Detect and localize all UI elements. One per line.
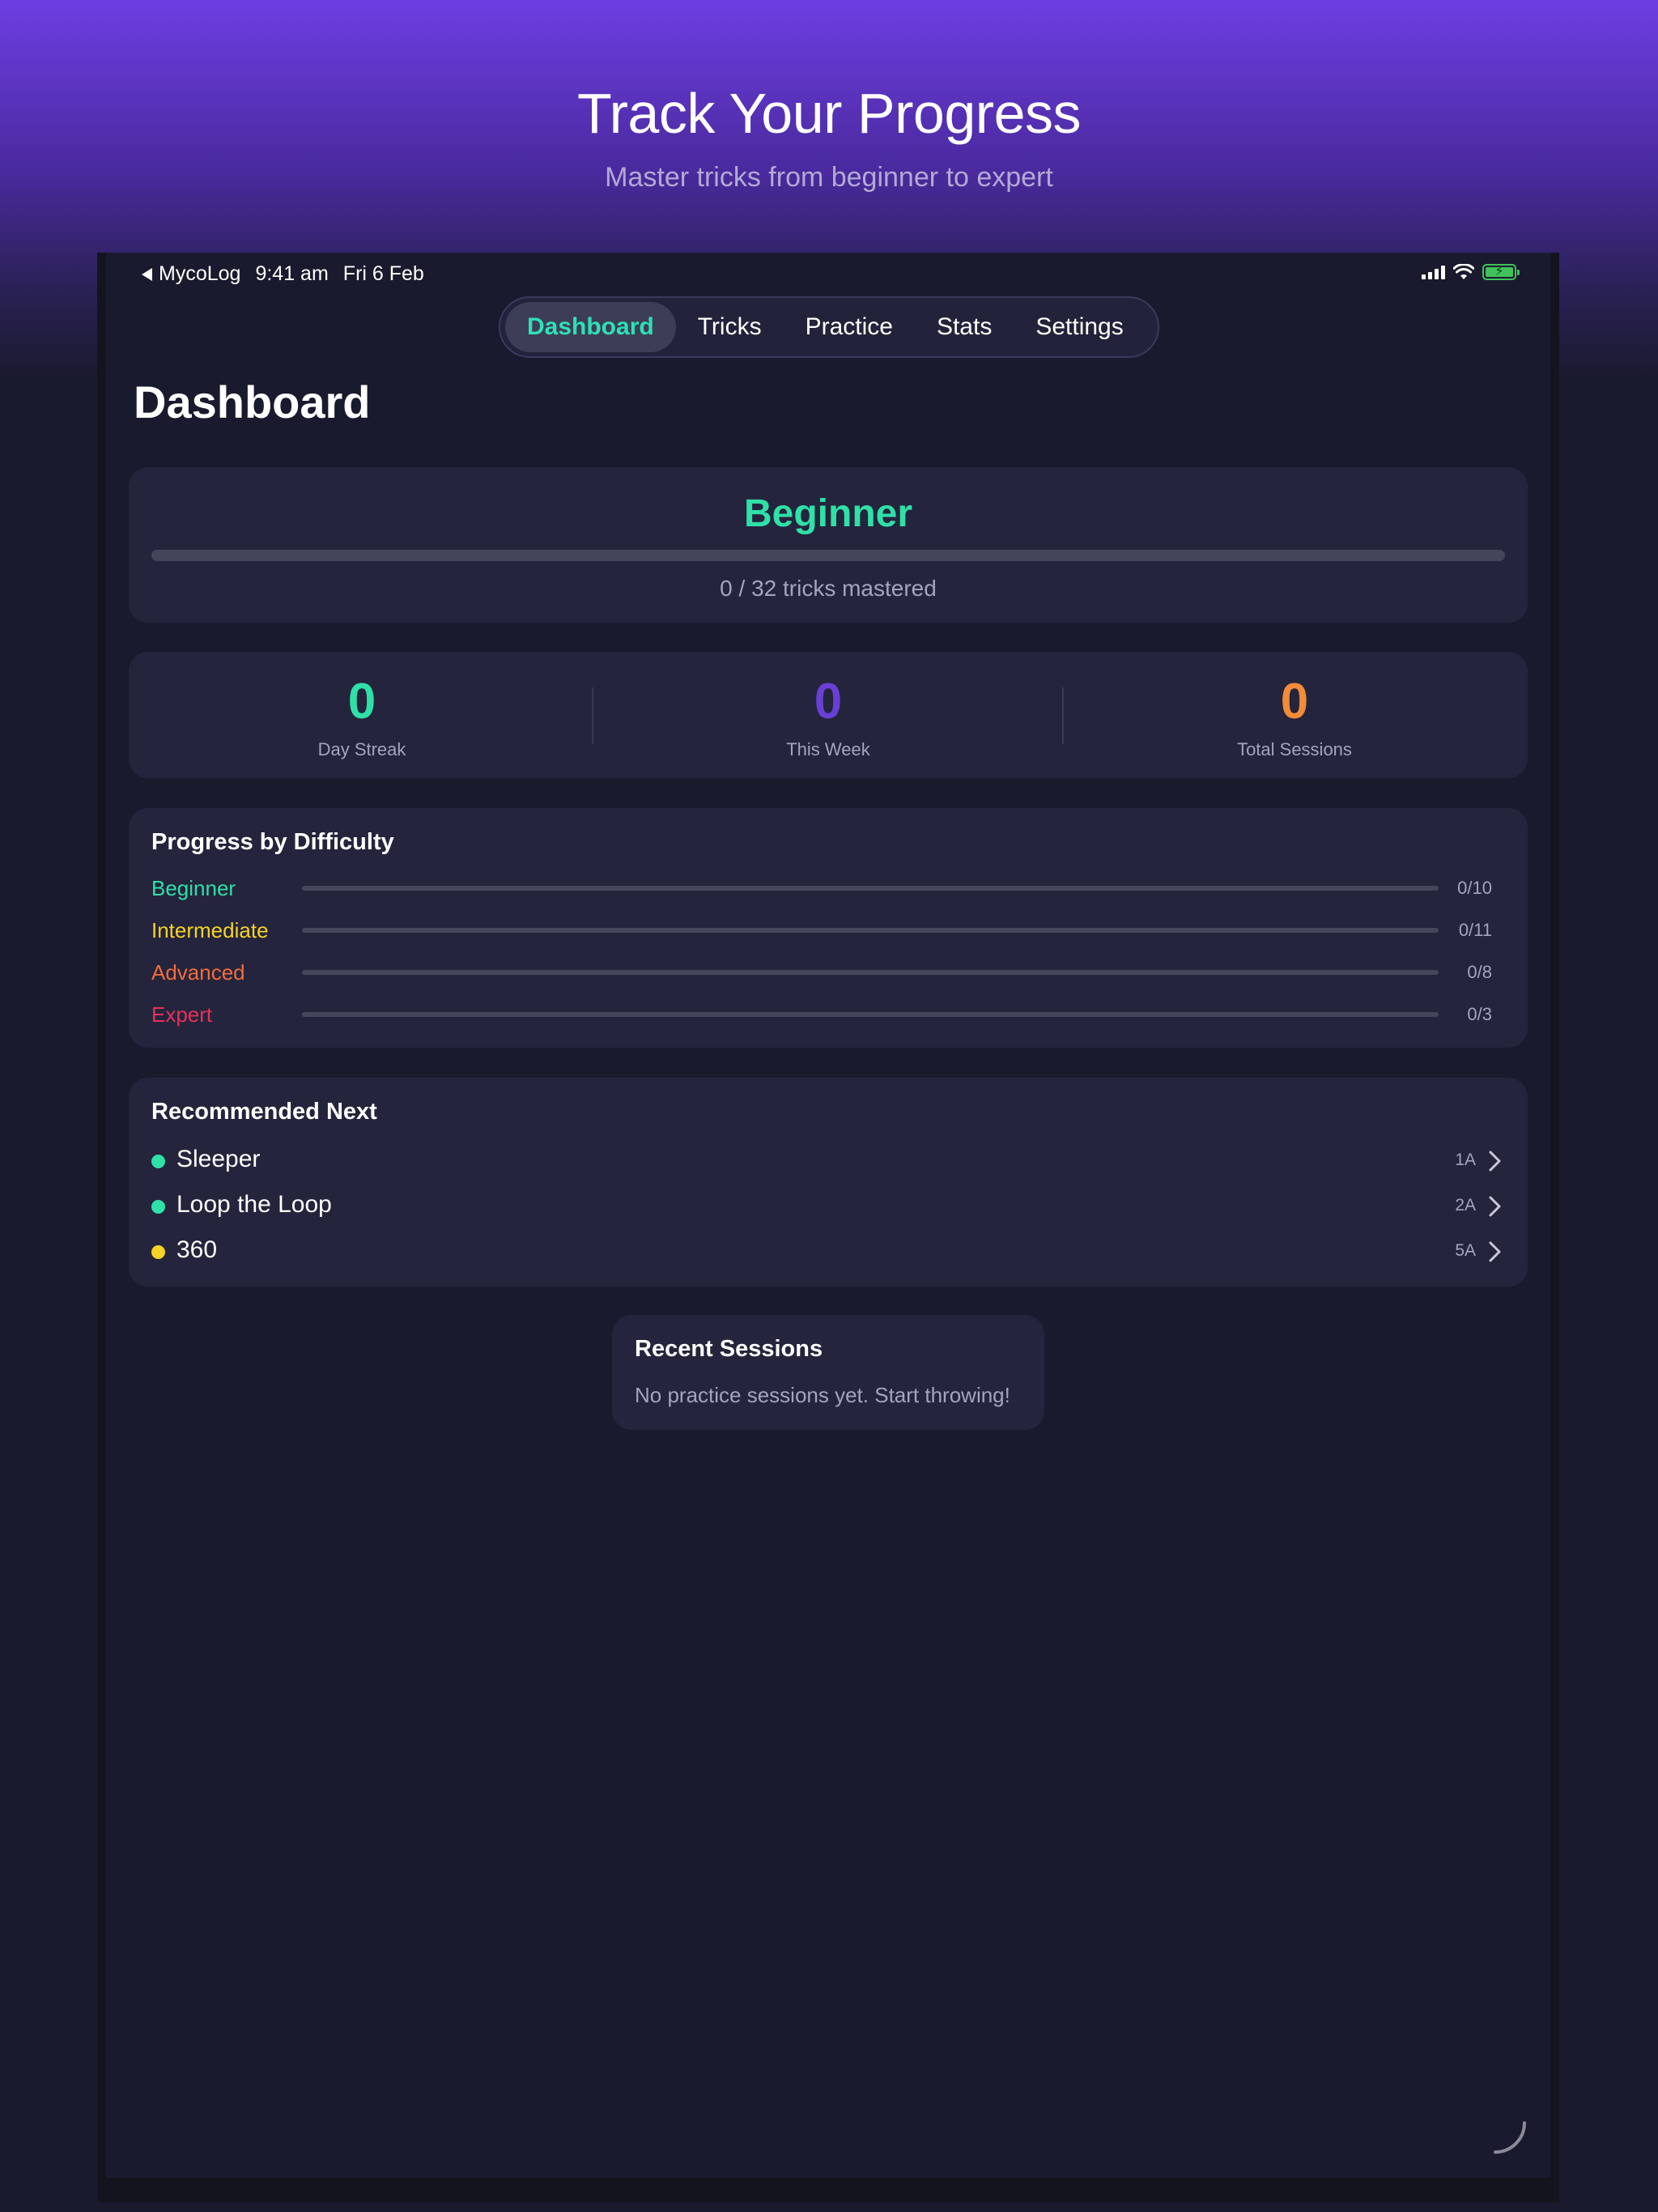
difficulty-name: Advanced <box>151 960 245 985</box>
trick-name: Sleeper <box>176 1146 261 1172</box>
difficulty-progress-bar <box>302 928 1439 933</box>
chevron-right-icon <box>1489 1196 1501 1217</box>
difficulty-count: 0/8 <box>1467 962 1492 982</box>
tab-practice[interactable]: Practice <box>784 302 915 352</box>
page-title: Dashboard <box>134 376 371 428</box>
trick-code: 1A <box>1455 1151 1476 1169</box>
stat-day-streak: 0 Day Streak <box>129 652 595 778</box>
trick-code: 5A <box>1455 1241 1476 1260</box>
back-to-app-button[interactable]: MycoLog <box>142 262 240 286</box>
stat-total-sessions: 0 Total Sessions <box>1061 652 1528 778</box>
trick-name: Loop the Loop <box>176 1191 332 1218</box>
tab-stats[interactable]: Stats <box>915 302 1014 352</box>
difficulty-name: Expert <box>151 1002 213 1027</box>
wifi-icon <box>1453 264 1474 279</box>
stat-value: 0 <box>347 674 376 730</box>
recent-sessions-title: Recent Sessions <box>635 1336 823 1362</box>
difficulty-name: Intermediate <box>151 918 269 942</box>
battery-charging-icon: ⚡ <box>1482 264 1520 280</box>
level-name: Beginner <box>743 492 913 535</box>
stat-this-week: 0 This Week <box>595 652 1061 778</box>
level-caption: 0 / 32 tricks mastered <box>720 576 937 601</box>
back-app-label: MycoLog <box>159 262 241 285</box>
trick-name: 360 <box>176 1236 218 1263</box>
difficulty-row-advanced: Advanced 0/8 <box>151 957 1505 986</box>
recommended-card: Recommended Next Sleeper 1A Loop the Loo… <box>129 1078 1528 1287</box>
chevron-right-icon <box>1489 1151 1501 1172</box>
difficulty-name: Beginner <box>151 876 236 900</box>
hero-subtitle: Master tricks from beginner to expert <box>605 162 1053 193</box>
cellular-signal-icon <box>1422 265 1445 279</box>
stat-value: 0 <box>1280 674 1309 730</box>
stat-value: 0 <box>814 674 843 730</box>
difficulty-count: 0/10 <box>1457 878 1492 898</box>
chevron-right-icon <box>1489 1241 1501 1262</box>
tab-tricks[interactable]: Tricks <box>676 302 784 352</box>
recent-sessions-empty-text: No practice sessions yet. Start throwing… <box>635 1383 1010 1407</box>
stat-label: Day Streak <box>317 739 406 759</box>
difficulty-row-expert: Expert 0/3 <box>151 999 1505 1028</box>
back-arrow-icon <box>142 267 152 281</box>
difficulty-count: 0/3 <box>1467 1004 1492 1024</box>
trick-code: 2A <box>1455 1196 1476 1214</box>
difficulty-title: Progress by Difficulty <box>151 829 394 855</box>
status-date: Fri 6 Feb <box>342 262 424 285</box>
recommended-title: Recommended Next <box>151 1099 377 1125</box>
recommended-item[interactable]: Sleeper 1A <box>151 1141 1505 1180</box>
difficulty-row-intermediate: Intermediate 0/11 <box>151 915 1505 944</box>
tab-settings[interactable]: Settings <box>1014 302 1145 352</box>
difficulty-dot-icon <box>151 1200 165 1214</box>
difficulty-count: 0/11 <box>1458 920 1492 940</box>
stat-label: This Week <box>786 739 870 759</box>
difficulty-progress-bar <box>302 886 1439 891</box>
difficulty-progress-bar <box>302 1012 1439 1017</box>
status-bar: MycoLog 9:41 am Fri 6 Feb ⚡ <box>106 253 1550 295</box>
stats-card: 0 Day Streak 0 This Week 0 Total Session… <box>129 652 1528 778</box>
resize-handle-icon[interactable] <box>1492 2120 1528 2155</box>
recent-sessions-card: Recent Sessions No practice sessions yet… <box>612 1315 1044 1430</box>
difficulty-dot-icon <box>151 1245 165 1259</box>
difficulty-progress-bar <box>302 970 1439 975</box>
tab-bar: Dashboard Tricks Practice Stats Settings <box>499 296 1159 358</box>
tab-dashboard[interactable]: Dashboard <box>505 302 676 352</box>
device-screen: MycoLog 9:41 am Fri 6 Feb ⚡ Dashboard Tri… <box>106 253 1550 2178</box>
divider <box>592 687 593 744</box>
hero-title: Track Your Progress <box>576 82 1082 145</box>
status-time: 9:41 am <box>255 262 329 285</box>
recommended-item[interactable]: 360 5A <box>151 1231 1505 1270</box>
recommended-item[interactable]: Loop the Loop 2A <box>151 1186 1505 1225</box>
difficulty-dot-icon <box>151 1155 165 1168</box>
level-card: Beginner 0 / 32 tricks mastered <box>129 467 1528 623</box>
level-progress-bar <box>151 550 1505 561</box>
difficulty-card: Progress by Difficulty Beginner 0/10 Int… <box>129 808 1528 1048</box>
stat-label: Total Sessions <box>1237 739 1352 759</box>
difficulty-row-beginner: Beginner 0/10 <box>151 873 1505 902</box>
